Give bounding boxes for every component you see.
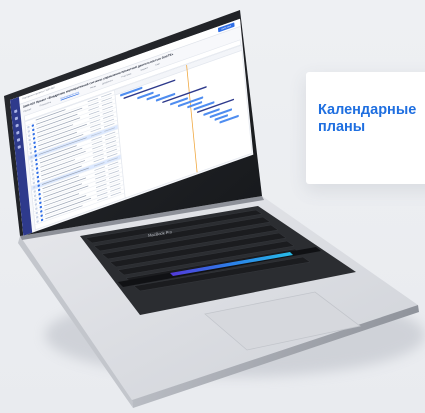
sidebar-icon[interactable]	[14, 116, 19, 121]
sidebar-icon[interactable]	[15, 123, 19, 128]
sidebar-icon[interactable]	[16, 130, 20, 135]
today-line	[186, 64, 198, 173]
sidebar-icon[interactable]	[16, 137, 21, 142]
sidebar-icon[interactable]	[14, 109, 18, 114]
tab-more[interactable]: Ещё	[155, 62, 160, 66]
tab-risks[interactable]: Риски	[90, 85, 96, 90]
sidebar-icon[interactable]	[17, 145, 21, 150]
scene: Календарные планы Портфели и проекты / З…	[0, 0, 425, 413]
tab-budget[interactable]: Бюджет	[141, 66, 149, 72]
